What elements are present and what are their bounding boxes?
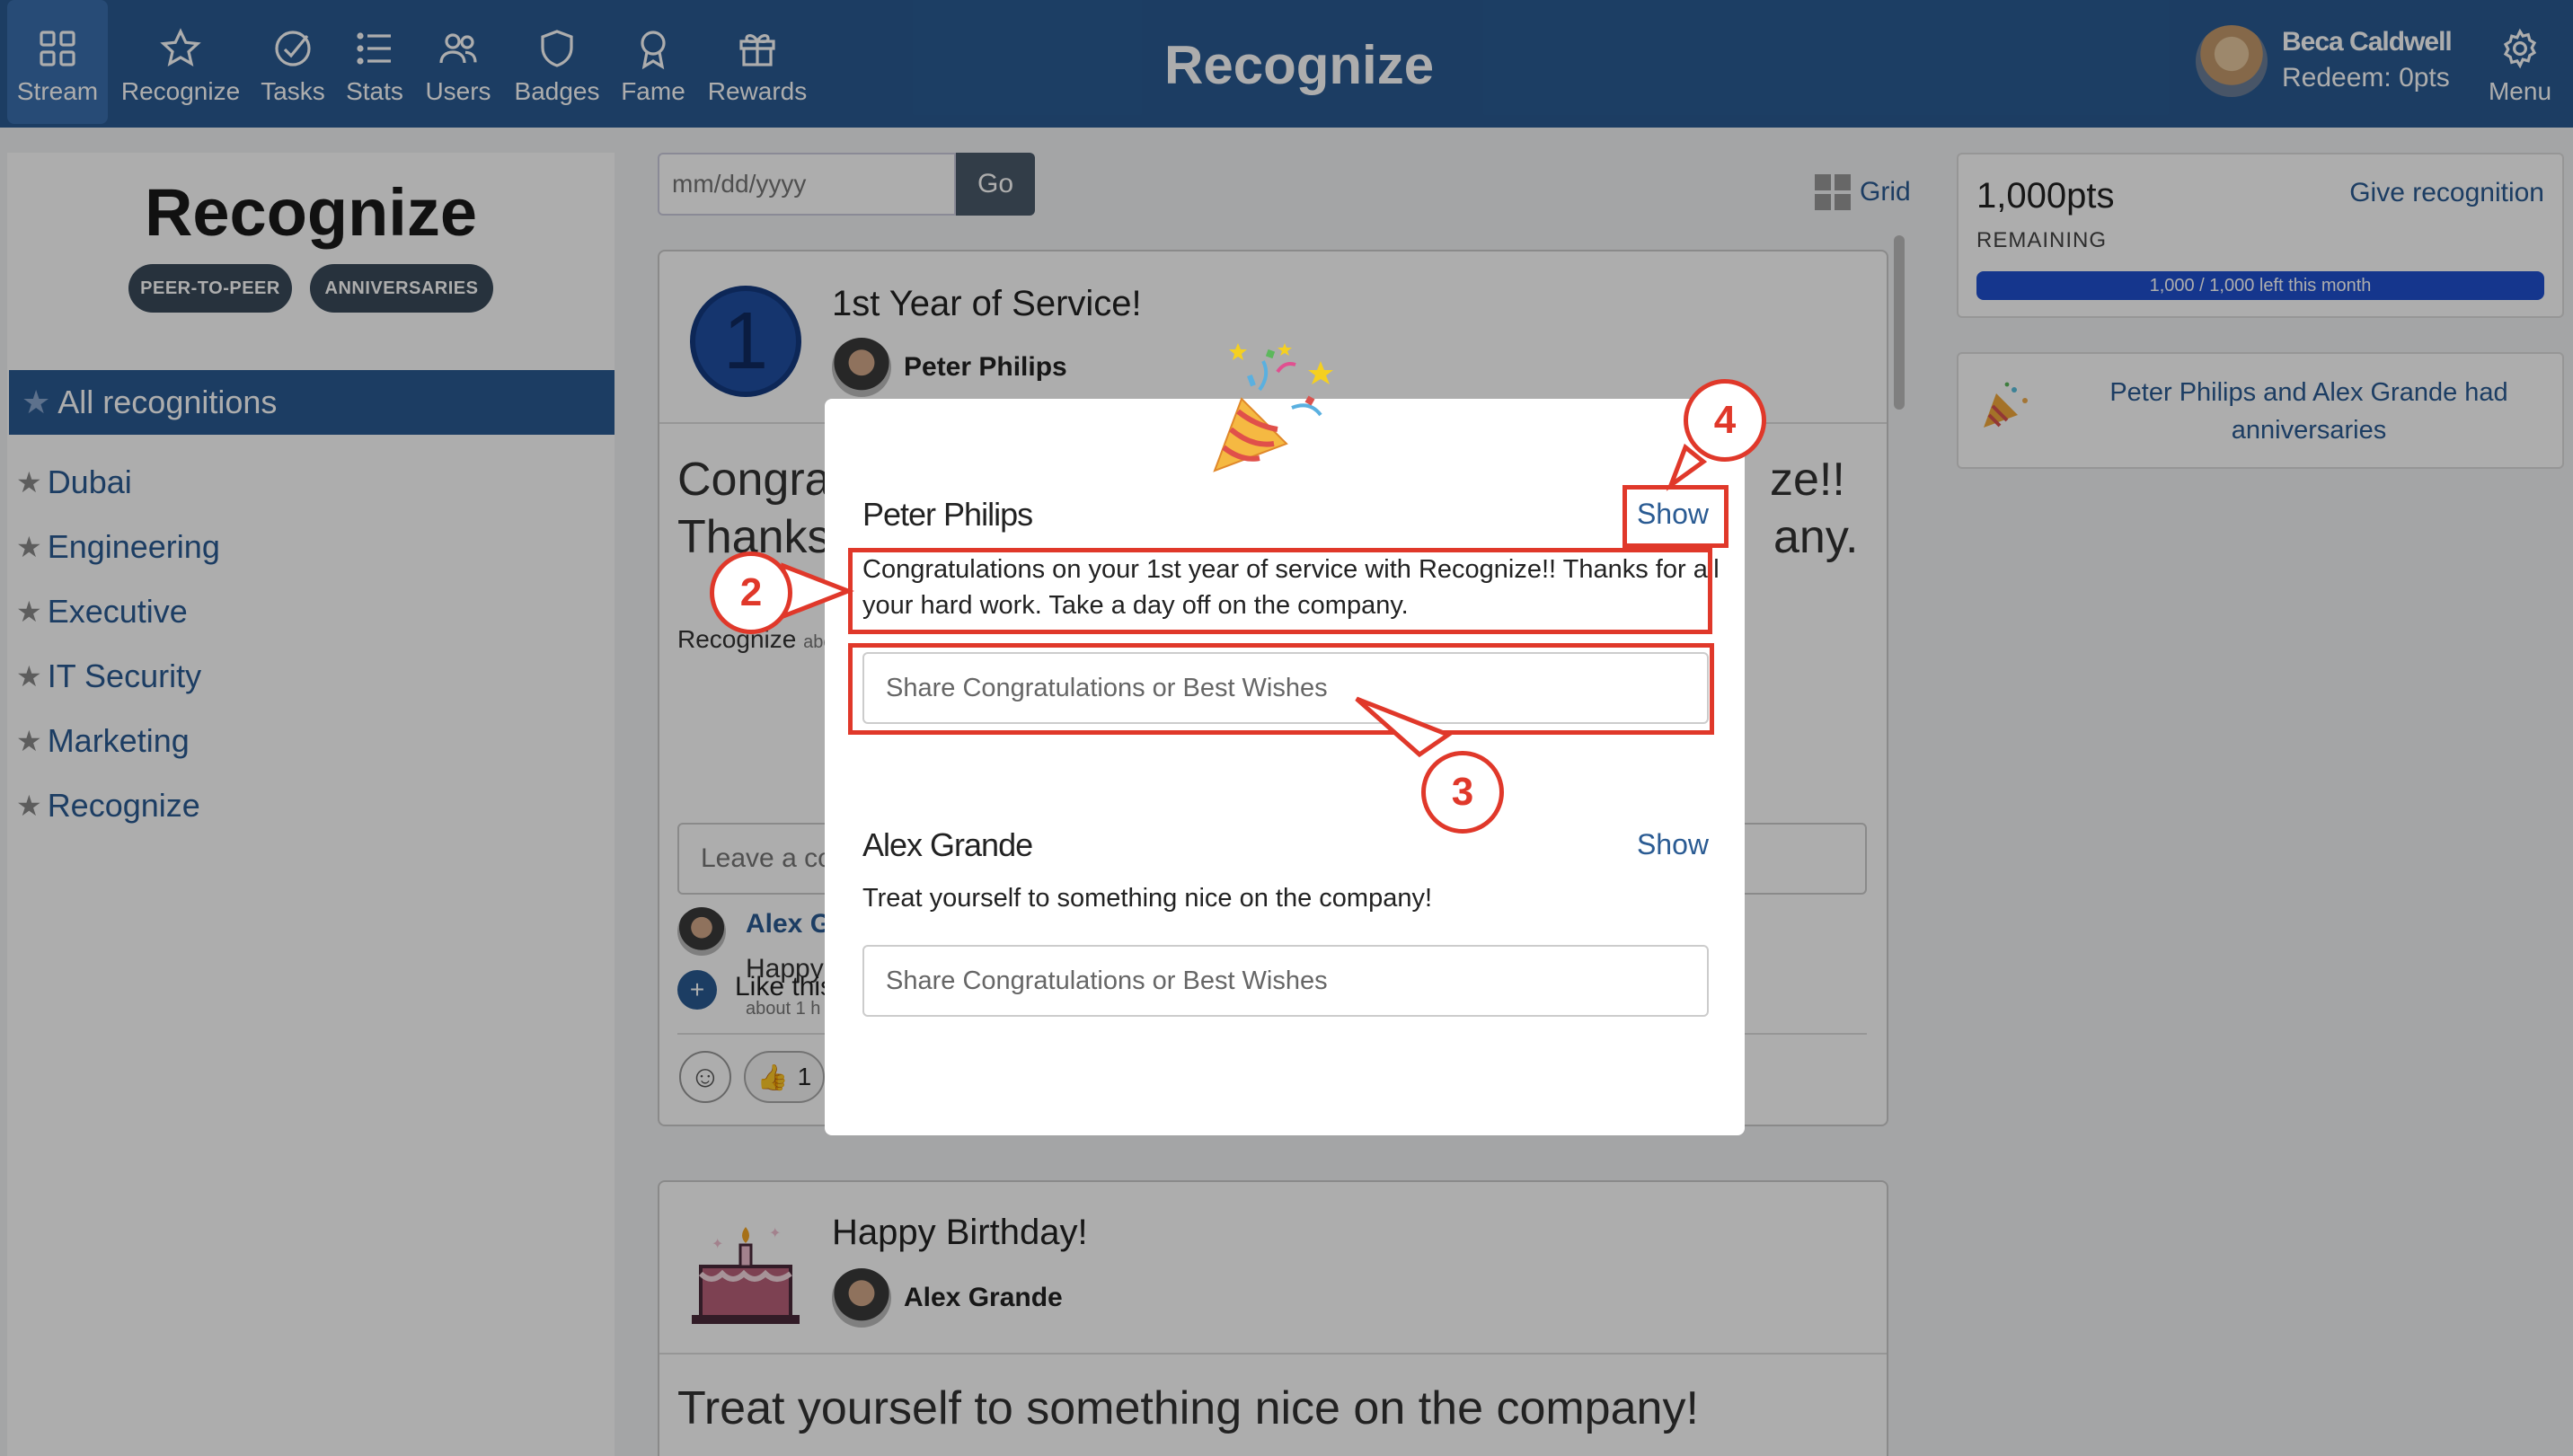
party-popper-icon (1213, 343, 1333, 472)
callout-3: 3 (1421, 751, 1504, 834)
highlight-show-button (1622, 485, 1729, 548)
callout-4: 4 (1684, 379, 1766, 462)
entry-message: Treat yourself to something nice on the … (862, 884, 1433, 913)
highlight-input (848, 643, 1714, 735)
callout-2: 2 (710, 552, 792, 634)
entry-name: Alex Grande (862, 826, 1033, 863)
entry-name: Peter Philips (862, 496, 1033, 533)
show-button[interactable]: Show (1637, 828, 1709, 861)
highlight-message (848, 548, 1712, 634)
wishes-input[interactable]: Share Congratulations or Best Wishes (862, 945, 1709, 1017)
anniversary-modal: Peter Philips Show Congratulations on yo… (825, 399, 1745, 1135)
